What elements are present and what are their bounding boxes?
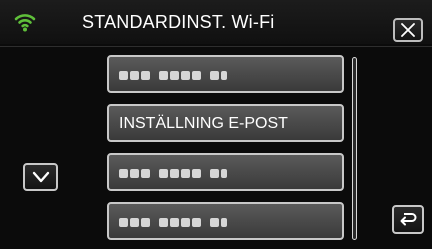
obscured-label (119, 214, 227, 230)
wifi-settings-screen: STANDARDINST. Wi-Fi INSTÄLLNING E-POST (0, 0, 432, 249)
scrollbar[interactable] (352, 57, 357, 240)
header-bar: STANDARDINST. Wi-Fi (0, 0, 432, 44)
menu-item-obscured-1[interactable] (107, 55, 344, 93)
menu-item-label: INSTÄLLNING E-POST (119, 115, 288, 132)
menu-item-obscured-4[interactable] (107, 202, 344, 240)
wifi-icon (14, 11, 36, 33)
chevron-down-icon (32, 171, 50, 183)
close-button[interactable] (393, 18, 423, 42)
close-icon (401, 23, 415, 37)
obscured-label (119, 67, 227, 83)
menu-item-email-setting[interactable]: INSTÄLLNING E-POST (107, 104, 344, 142)
menu-item-obscured-3[interactable] (107, 153, 344, 191)
obscured-label (119, 165, 227, 181)
back-button[interactable] (392, 205, 424, 234)
page-title: STANDARDINST. Wi-Fi (82, 12, 275, 32)
header-divider (0, 46, 432, 47)
return-arrow-icon (400, 213, 417, 226)
scroll-down-button[interactable] (23, 163, 58, 191)
